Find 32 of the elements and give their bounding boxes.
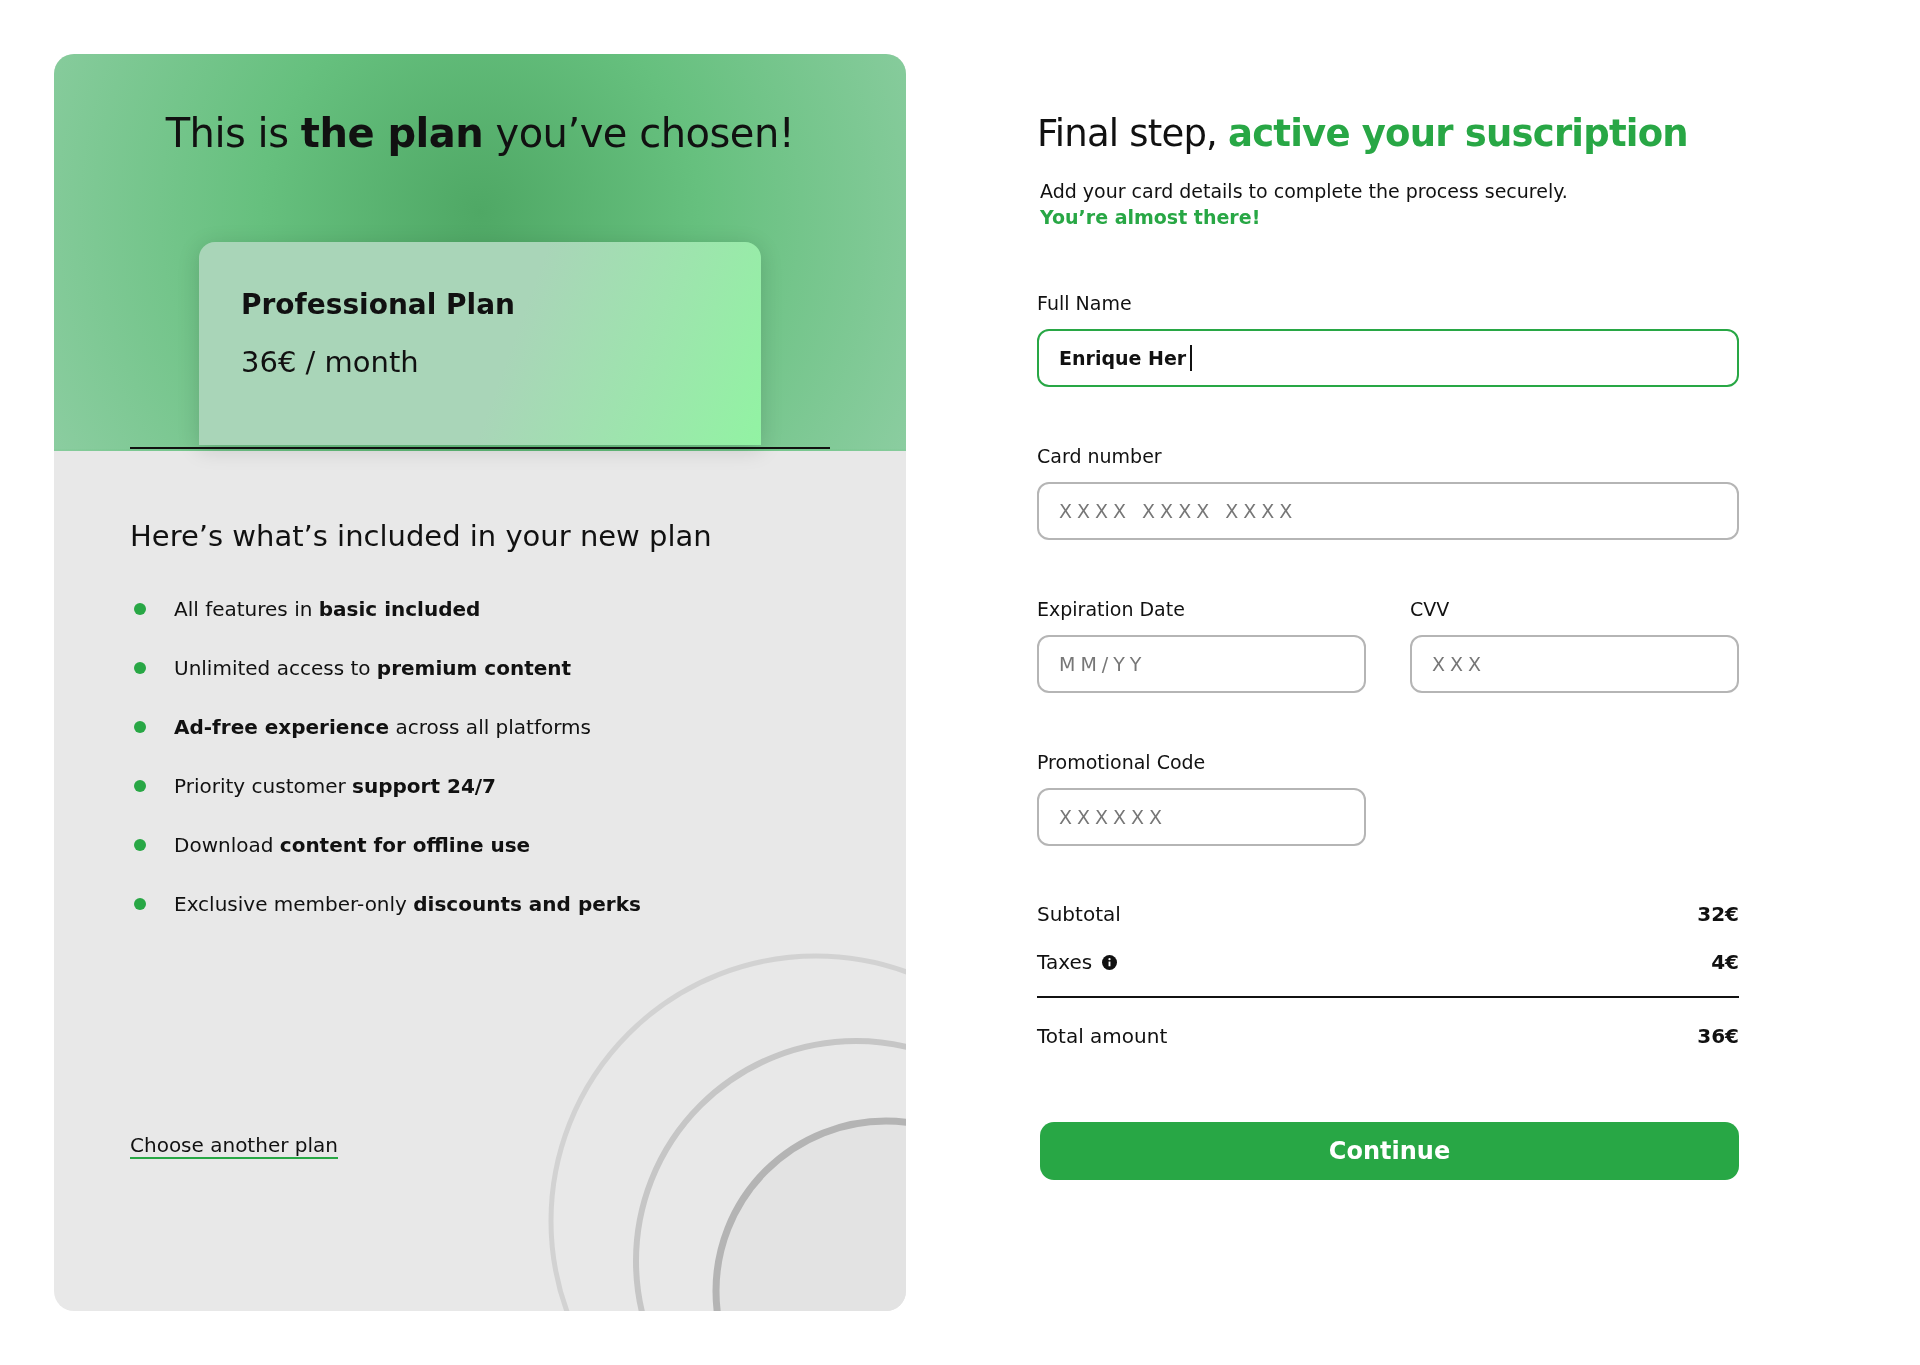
choose-plan-link[interactable]: Choose another plan <box>130 1133 338 1159</box>
plan-headline: This is the plan you’ve chosen! <box>165 110 795 156</box>
summary-label: Taxes <box>1037 950 1093 974</box>
checkout-title: Final step, active your suscription <box>1037 111 1688 157</box>
summary-value: 32€ <box>1697 902 1739 926</box>
field-label: Promotional Code <box>1037 751 1207 773</box>
feature-text: Priority customer support 24/7 <box>174 773 497 798</box>
checkout-subtitle: Add your card details to complete the process securely. <box>1040 180 1569 202</box>
field-label: CVV <box>1410 598 1451 620</box>
total-label: Total amount <box>1037 1024 1168 1048</box>
features-title: Here’s what’s included in your new plan <box>130 519 713 553</box>
field-label: Card number <box>1037 445 1163 467</box>
feature-text: Ad-free experience across all platforms <box>174 714 591 739</box>
feature-text: Exclusive member-only discounts and perks <box>174 891 641 916</box>
checkout-note: You’re almost there! <box>1040 206 1262 228</box>
continue-button[interactable]: Continue <box>1040 1122 1739 1180</box>
feature-text: Download content for offline use <box>174 832 531 857</box>
input-field[interactable]: XXXX XXXX XXXX <box>1037 482 1739 540</box>
feature-text: Unlimited access to premium content <box>174 655 572 680</box>
feature-text: All features in basic included <box>174 596 481 621</box>
field-label: Expiration Date <box>1037 598 1186 620</box>
plan-price: 36€ / month <box>241 345 420 379</box>
summary-value: 4€ <box>1711 950 1739 974</box>
summary-label: Subtotal <box>1037 902 1121 926</box>
input-field[interactable]: XXXXXX <box>1037 788 1366 846</box>
total-value: 36€ <box>1697 1024 1739 1048</box>
plan-name: Professional Plan <box>241 288 517 321</box>
info-icon[interactable] <box>1102 954 1118 970</box>
input-field[interactable]: MM/YY <box>1037 635 1366 693</box>
input-field[interactable]: XXX <box>1410 635 1739 693</box>
input-field[interactable]: Enrique Her <box>1037 329 1739 387</box>
field-label: Full Name <box>1037 292 1133 314</box>
